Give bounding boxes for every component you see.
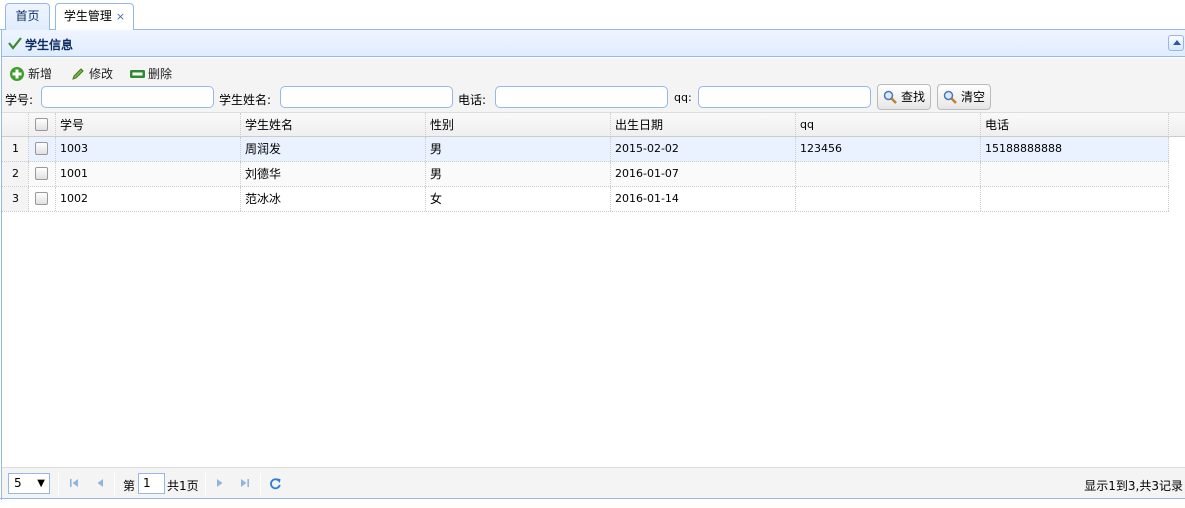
table-row[interactable]: 1 1003 周润发 男 2015-02-02 123456 151888888… [2, 137, 1169, 162]
cell-name: 周润发 [241, 137, 426, 161]
cell-id: 1003 [56, 137, 241, 161]
column-header-gender[interactable]: 性别 [426, 113, 611, 137]
student-panel: 学生信息 新增 修改 删除 学号: 学生姓名: 电话: qq: 查找 清空 学号… [1, 30, 1185, 500]
cell-gender: 男 [426, 137, 611, 161]
search-icon [943, 90, 957, 104]
table-row[interactable]: 3 1002 范冰冰 女 2016-01-14 [2, 187, 1169, 212]
select-all-checkbox[interactable] [35, 118, 48, 131]
next-page-icon[interactable] [214, 477, 226, 489]
clear-button-label: 清空 [961, 90, 986, 104]
student-id-label: 学号: [5, 93, 34, 107]
table-row[interactable]: 2 1001 刘德华 男 2016-01-07 [2, 162, 1169, 187]
column-header-name[interactable]: 学生姓名 [241, 113, 426, 137]
pager-separator [114, 473, 115, 495]
tab-student-management[interactable]: 学生管理 × [55, 3, 134, 31]
search-button[interactable]: 查找 [877, 84, 931, 110]
cell-birth: 2015-02-02 [611, 137, 796, 161]
phone-input[interactable] [495, 86, 668, 108]
edit-button[interactable]: 修改 [70, 64, 120, 84]
grid-header: 学号 学生姓名 性别 出生日期 qq 电话 [2, 112, 1185, 137]
student-name-label: 学生姓名: [219, 93, 272, 107]
remove-icon [130, 70, 145, 78]
add-button-label: 新增 [28, 67, 53, 81]
row-checkbox-cell [29, 137, 56, 161]
tab-student-management-label: 学生管理 [63, 9, 112, 23]
cell-phone: 15188888888 [981, 137, 1169, 161]
last-page-icon[interactable] [239, 477, 251, 489]
rownum-header [2, 113, 29, 137]
cell-id: 1002 [56, 187, 241, 211]
row-checkbox-cell [29, 187, 56, 211]
row-number: 2 [2, 162, 29, 186]
student-grid: 学号 学生姓名 性别 出生日期 qq 电话 1 1003 周润发 男 2015-… [2, 112, 1185, 467]
cell-qq [796, 187, 981, 211]
edit-button-label: 修改 [89, 67, 114, 81]
check-icon [8, 37, 22, 50]
cell-phone [981, 187, 1169, 211]
add-button[interactable]: 新增 [9, 64, 59, 84]
row-number: 1 [2, 137, 29, 161]
row-number: 3 [2, 187, 29, 211]
phone-label: 电话: [458, 93, 487, 107]
page-number-input[interactable]: 1 [138, 473, 165, 494]
add-icon [10, 67, 24, 81]
collapse-icon[interactable] [1168, 35, 1184, 51]
cell-birth: 2016-01-07 [611, 162, 796, 186]
cell-id: 1001 [56, 162, 241, 186]
cell-birth: 2016-01-14 [611, 187, 796, 211]
first-page-icon[interactable] [68, 477, 80, 489]
page-total-label: 共1页 [167, 479, 199, 493]
tab-close-icon[interactable]: × [116, 10, 125, 23]
row-checkbox[interactable] [35, 167, 48, 180]
student-id-input[interactable] [41, 86, 214, 108]
pager-separator [58, 473, 59, 495]
cell-gender: 女 [426, 187, 611, 211]
cell-gender: 男 [426, 162, 611, 186]
select-all-checkbox-cell [29, 113, 56, 137]
page-size-select[interactable]: 5 ▼ [8, 473, 50, 494]
qq-input[interactable] [698, 86, 871, 108]
column-header-phone[interactable]: 电话 [981, 113, 1169, 137]
search-icon [883, 90, 897, 104]
pagination-info: 显示1到3,共3记录 [1084, 479, 1183, 493]
qq-label: qq: [674, 91, 692, 104]
panel-title: 学生信息 [25, 38, 74, 52]
pencil-icon [72, 68, 84, 80]
bottom-border [0, 498, 1185, 499]
tab-home-label: 首页 [15, 9, 40, 23]
cell-name: 刘德华 [241, 162, 426, 186]
pager-separator [260, 473, 261, 495]
page-size-value: 5 [14, 476, 22, 490]
tab-bar: 首页 学生管理 × [0, 0, 1185, 31]
pager-separator [205, 473, 206, 495]
cell-phone [981, 162, 1169, 186]
delete-button[interactable]: 删除 [129, 64, 179, 84]
refresh-icon[interactable] [269, 477, 282, 490]
dropdown-arrow-icon: ▼ [37, 478, 45, 489]
column-header-birth[interactable]: 出生日期 [611, 113, 796, 137]
pagination-bar: 5 ▼ 第 1 共1页 显示1到3,共3记录 [2, 467, 1185, 499]
clear-button[interactable]: 清空 [937, 84, 991, 110]
row-checkbox[interactable] [35, 142, 48, 155]
page-prefix-label: 第 [123, 479, 136, 493]
previous-page-icon[interactable] [94, 477, 106, 489]
search-button-label: 查找 [901, 90, 926, 104]
cell-qq [796, 162, 981, 186]
column-header-id[interactable]: 学号 [56, 113, 241, 137]
column-header-qq[interactable]: qq [796, 113, 981, 137]
panel-header: 学生信息 [2, 30, 1185, 57]
cell-qq: 123456 [796, 137, 981, 161]
row-checkbox[interactable] [35, 192, 48, 205]
tab-home[interactable]: 首页 [5, 3, 50, 30]
student-name-input[interactable] [280, 86, 453, 108]
cell-name: 范冰冰 [241, 187, 426, 211]
delete-button-label: 删除 [148, 67, 173, 81]
row-checkbox-cell [29, 162, 56, 186]
